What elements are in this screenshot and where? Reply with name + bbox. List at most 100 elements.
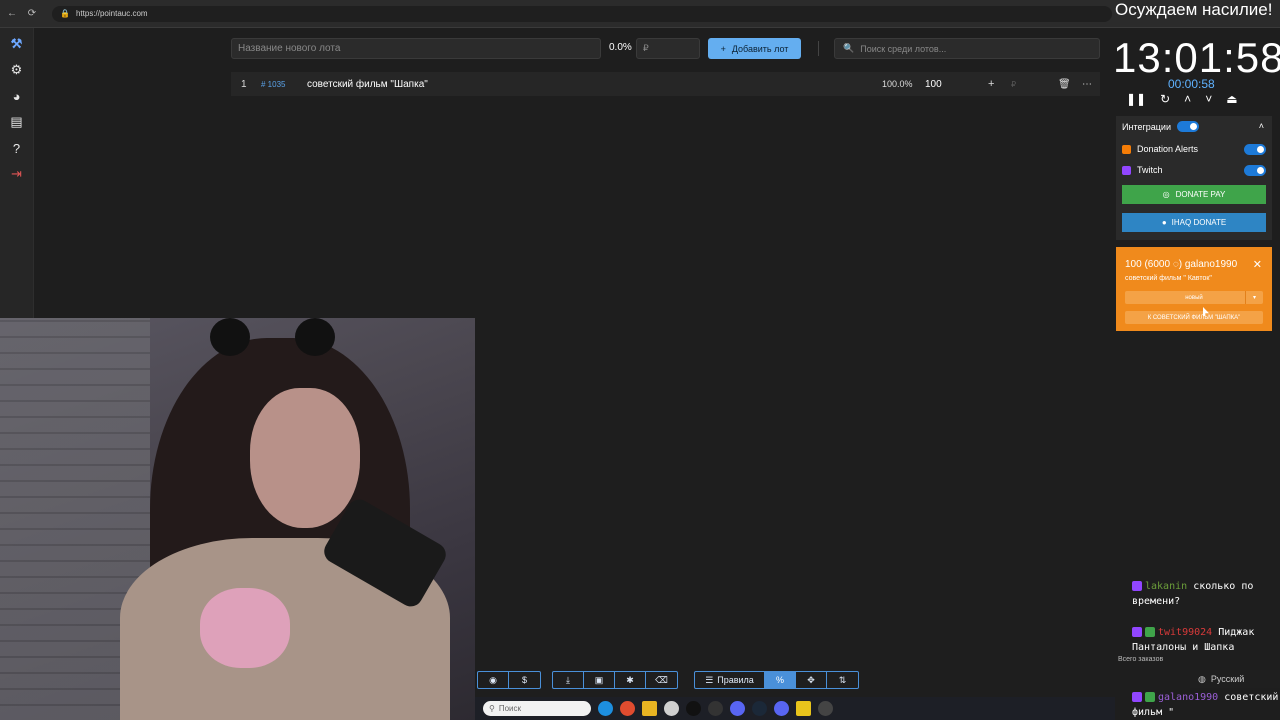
header-divider — [818, 41, 819, 56]
github-icon[interactable]: ◉ — [478, 672, 509, 688]
integrations-header: Интеграции — [1122, 121, 1199, 132]
donate-pay-icon: ◎ — [1162, 190, 1170, 199]
language-selector[interactable]: ◍ Русский — [1190, 670, 1280, 688]
twitch-badge-icon — [1132, 627, 1142, 637]
chevron-down-icon[interactable]: ˅ — [1205, 92, 1212, 106]
ihaq-donate-button[interactable]: ● IHAQ DONATE — [1122, 213, 1266, 232]
screen: ← ⟳ 🔒 https://pointauc.com ⚒ ⚙ ◕ ▤ ? ⇥ Н… — [0, 0, 1280, 720]
donation-alerts-icon — [1122, 144, 1131, 154]
move-icon[interactable]: ✥ — [796, 672, 827, 688]
back-icon[interactable]: ← — [6, 8, 18, 20]
rules-icon: ☰ — [705, 674, 714, 685]
reset-icon[interactable]: ↻ — [1160, 92, 1170, 106]
folder-icon[interactable] — [642, 701, 657, 716]
donation-alerts-label: Donation Alerts — [1137, 144, 1199, 154]
lot-percent: 100.0% — [882, 79, 913, 89]
os-taskbar: ⚲ Поиск — [475, 697, 1115, 720]
history-icon[interactable]: ▤ — [9, 114, 25, 130]
sidebar: ⚒ ⚙ ◕ ▤ ? ⇥ — [0, 28, 34, 318]
webcam-ear-right — [295, 318, 335, 356]
new-lot-placeholder: Название нового лота — [238, 43, 341, 54]
globe-icon: ◍ — [1198, 673, 1206, 684]
donate-pay-button[interactable]: ◎ DONATE PAY — [1122, 185, 1266, 204]
chat-user: twit99024 — [1158, 627, 1213, 638]
lot-amount[interactable]: 100 — [925, 79, 942, 90]
language-label: Русский — [1210, 674, 1245, 684]
more-icon[interactable]: ⋯ — [1082, 79, 1092, 90]
close-icon[interactable]: ✕ — [1253, 258, 1262, 271]
integrations-toggle[interactable] — [1176, 121, 1199, 132]
twitch-label: Twitch — [1137, 165, 1163, 175]
pause-icon[interactable]: ❚❚ — [1126, 92, 1146, 106]
save-icon[interactable]: ▣ — [584, 672, 615, 688]
teams-icon[interactable] — [730, 701, 745, 716]
bug-icon[interactable]: ✱ — [615, 672, 646, 688]
wheel-icon[interactable]: ◕ — [9, 88, 25, 104]
taskbar-search-icon: ⚲ — [489, 704, 495, 713]
chat-user: lakanin — [1145, 581, 1188, 592]
add-amount-icon[interactable]: + — [988, 78, 994, 90]
toolbar-group-rules: ☰ Правила % ✥ ⇅ — [694, 671, 859, 689]
toolbar-group-actions: ⤓ ▣ ✱ ⌫ — [552, 671, 678, 689]
browser-toolbar: ← ⟳ 🔒 https://pointauc.com — [0, 0, 1280, 28]
add-lot-button[interactable]: + Добавить лот — [708, 38, 801, 59]
address-bar[interactable]: 🔒 https://pointauc.com — [52, 5, 1112, 22]
chevron-down-icon[interactable]: ▾ — [1245, 291, 1263, 304]
download-icon[interactable]: ⤓ — [553, 672, 584, 688]
url-text: https://pointauc.com — [75, 9, 148, 18]
edge-icon[interactable] — [598, 701, 613, 716]
delete-icon[interactable]: 🗑 — [1058, 79, 1071, 90]
app-icon[interactable] — [818, 701, 833, 716]
add-lot-label: Добавить лот — [731, 43, 789, 54]
obs-icon[interactable] — [796, 701, 811, 716]
new-lot-amount-input[interactable]: ₽ — [636, 38, 700, 59]
taskbar-search-label: Поиск — [498, 704, 522, 713]
settings-icon[interactable]: ⚙ — [9, 62, 25, 78]
new-lot-input[interactable]: Название нового лота — [231, 38, 601, 59]
integrations-title: Интеграции — [1122, 121, 1171, 132]
all-orders-label: Всего заказов — [1118, 656, 1164, 663]
lot-id[interactable]: # 1035 — [261, 80, 285, 89]
reload-icon[interactable]: ⟳ — [26, 8, 38, 20]
capcut-icon[interactable] — [708, 701, 723, 716]
currency-placeholder: ₽ — [643, 43, 649, 53]
donation-add-label: К СОВЕТСКИЙ ФИЛЬМ "ШАПКА" — [1147, 314, 1241, 321]
donation-add-button[interactable]: К СОВЕТСКИЙ ФИЛЬМ "ШАПКА" — [1125, 311, 1263, 324]
lot-name[interactable]: советский фильм "Шапка" — [307, 79, 428, 90]
percent-icon[interactable]: % — [765, 672, 796, 688]
webcam-ear-left — [210, 318, 250, 356]
donation-message: советский фильм " Кавток" — [1125, 275, 1212, 282]
steam-icon[interactable] — [752, 701, 767, 716]
rules-label: Правила — [717, 675, 754, 685]
sort-icon[interactable]: ⇅ — [827, 672, 858, 688]
collapse-icon[interactable]: ˄ — [1259, 121, 1264, 131]
integration-donation-alerts: Donation Alerts — [1122, 144, 1198, 154]
ticker-text: Осуждаем насилие! — [1115, 0, 1273, 19]
yandex-icon[interactable] — [664, 701, 679, 716]
lot-row[interactable]: 1 # 1035 советский фильм "Шапка" 100.0% … — [231, 72, 1100, 96]
dollar-icon[interactable]: $ — [509, 672, 540, 688]
twitch-toggle[interactable] — [1244, 165, 1266, 176]
donation-lot-select[interactable]: новый ▾ — [1125, 291, 1263, 304]
search-placeholder: Поиск среди лотов... — [860, 43, 947, 54]
logout-icon[interactable]: ⇥ — [9, 166, 25, 182]
tiktok-icon[interactable] — [686, 701, 701, 716]
chevron-up-icon[interactable]: ˄ — [1184, 92, 1191, 106]
chat-message: lakanin сколько по времени? — [1132, 579, 1280, 609]
clear-icon[interactable]: ⌫ — [646, 672, 677, 688]
check-badge-icon — [1145, 627, 1155, 637]
webcam-feed — [0, 318, 475, 720]
integration-twitch: Twitch — [1122, 165, 1163, 175]
clock: 13:01:58 — [1113, 34, 1280, 81]
taskbar-search[interactable]: ⚲ Поиск — [483, 701, 591, 716]
donation-alerts-toggle[interactable] — [1244, 144, 1266, 155]
auction-logo-icon[interactable]: ⚒ — [9, 36, 25, 52]
donation-title: 100 (6000 ◌) galano1990 — [1125, 259, 1238, 270]
discord-icon[interactable] — [774, 701, 789, 716]
rules-button[interactable]: ☰ Правила — [695, 672, 765, 688]
help-icon[interactable]: ? — [9, 140, 25, 156]
new-lot-percent: 0.0% — [609, 42, 632, 53]
eject-icon[interactable]: ⏏ — [1226, 92, 1237, 106]
chrome-icon[interactable] — [620, 701, 635, 716]
lot-search-input[interactable]: 🔍 Поиск среди лотов... — [834, 38, 1100, 59]
